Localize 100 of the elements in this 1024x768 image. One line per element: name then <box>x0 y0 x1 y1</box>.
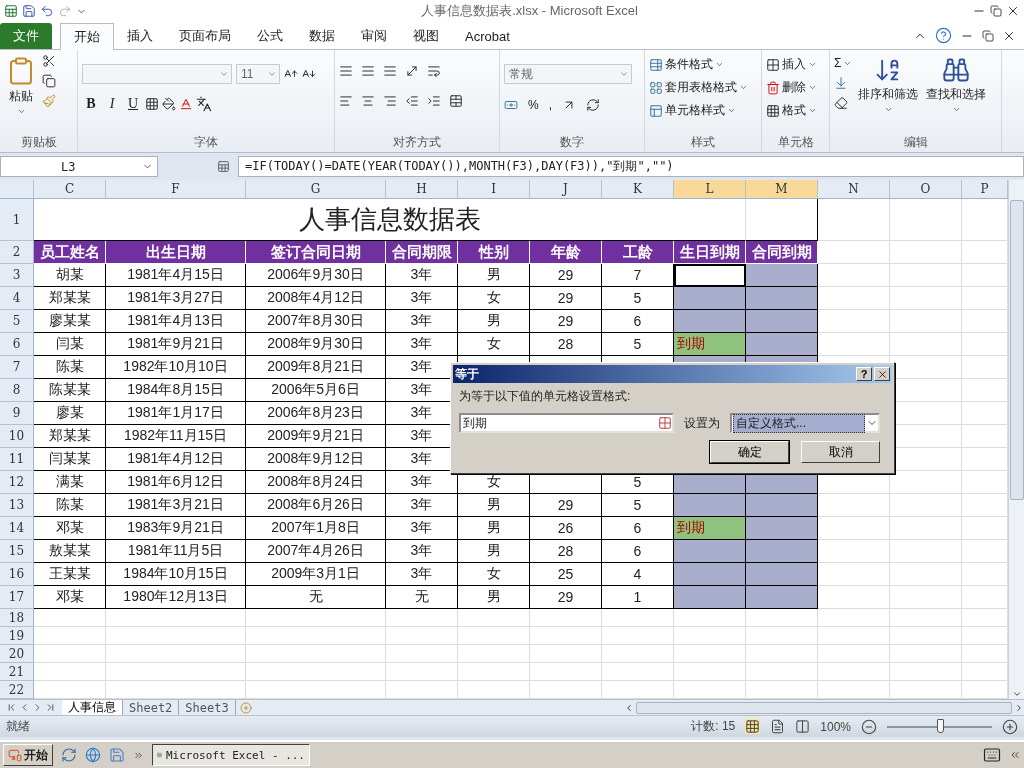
column-header[interactable]: N <box>818 180 890 199</box>
row-header[interactable]: 8 <box>0 379 34 402</box>
status-text: 就绪 <box>6 718 30 735</box>
table-cell: 1981年11月5日 <box>106 540 246 563</box>
number-format-field[interactable]: 常规 <box>504 64 632 84</box>
ribbon-tab[interactable]: 页面布局 <box>166 23 244 49</box>
header-cell: 性别 <box>458 241 530 264</box>
style-menu-button[interactable]: 单元格样式 <box>649 102 748 119</box>
table-cell: 2007年4月26日 <box>246 540 386 563</box>
value-field[interactable]: 到期 <box>459 413 674 433</box>
row-header[interactable]: 17 <box>0 586 34 609</box>
row-header[interactable]: 12 <box>0 471 34 494</box>
row-header[interactable]: 7 <box>0 356 34 379</box>
row-header[interactable]: 22 <box>0 681 34 699</box>
row-header[interactable]: 9 <box>0 402 34 425</box>
table-cell: 3年 <box>386 333 458 356</box>
font-size-field[interactable]: 11 <box>236 64 280 84</box>
table-cell: 1982年11月15日 <box>106 425 246 448</box>
ribbon-tab[interactable]: Acrobat <box>452 23 523 49</box>
ribbon-tab[interactable]: 数据 <box>296 23 348 49</box>
column-header[interactable]: H <box>386 180 458 199</box>
column-header[interactable]: O <box>890 180 962 199</box>
zoom-text[interactable]: 100% <box>820 719 851 734</box>
taskbar-window-button[interactable]: Microsoft Excel - ... <box>152 744 310 766</box>
row-header[interactable]: 4 <box>0 287 34 310</box>
underline-button[interactable]: U <box>124 96 142 112</box>
italic-button[interactable]: I <box>103 96 121 112</box>
table-cell: 29 <box>530 264 602 287</box>
file-tab[interactable]: 文件 <box>0 23 52 49</box>
table-cell: 闫某 <box>34 333 106 356</box>
row-header[interactable]: 15 <box>0 540 34 563</box>
table-cell: 2008年9月30日 <box>246 333 386 356</box>
table-cell: 2006年8月23日 <box>246 402 386 425</box>
row-header[interactable]: 10 <box>0 425 34 448</box>
table-cell: 满某 <box>34 471 106 494</box>
row-header[interactable]: 21 <box>0 663 34 681</box>
column-header[interactable]: G <box>246 180 386 199</box>
cells-menu-button[interactable]: 删除 <box>766 79 817 96</box>
row-header[interactable]: 6 <box>0 333 34 356</box>
row-header[interactable]: 14 <box>0 517 34 540</box>
column-header[interactable]: I <box>458 180 530 199</box>
column-header[interactable]: C <box>34 180 106 199</box>
group-label: 对齐方式 <box>392 134 442 151</box>
group-label: 剪贴板 <box>19 134 58 151</box>
row-header[interactable]: 2 <box>0 241 34 264</box>
table-cell: 2008年9月12日 <box>246 448 386 471</box>
cells-menu-button[interactable]: 格式 <box>766 102 817 119</box>
find-select-button[interactable]: 查找和选择 <box>924 54 989 130</box>
ok-button[interactable]: 确定 <box>710 441 789 463</box>
start-button[interactable]: 开始 <box>3 744 53 766</box>
column-header[interactable]: P <box>962 180 1008 199</box>
row-header[interactable]: 3 <box>0 264 34 287</box>
table-cell: 25 <box>530 563 602 586</box>
autosum-button[interactable]: Σ <box>834 56 853 70</box>
table-cell: 2008年8月24日 <box>246 471 386 494</box>
ribbon-tab[interactable]: 开始 <box>60 23 114 50</box>
row-header[interactable]: 18 <box>0 609 34 627</box>
format-dropdown[interactable]: 自定义格式... <box>730 413 880 433</box>
column-header[interactable]: M <box>746 180 818 199</box>
paste-button[interactable]: 粘贴 <box>4 54 38 130</box>
ribbon-tab[interactable]: 审阅 <box>348 23 400 49</box>
table-cell: 男 <box>458 264 530 287</box>
header-cell: 签订合同日期 <box>246 241 386 264</box>
ribbon-tab[interactable]: 插入 <box>114 23 166 49</box>
sort-filter-button[interactable]: 排序和筛选 <box>856 54 921 130</box>
row-header[interactable]: 19 <box>0 627 34 645</box>
table-cell: 男 <box>458 494 530 517</box>
table-cell: 1983年9月21日 <box>106 517 246 540</box>
style-menu-button[interactable]: 套用表格格式 <box>649 79 748 96</box>
comma-button[interactable]: , <box>548 98 552 112</box>
bold-button[interactable]: B <box>82 96 100 112</box>
column-header[interactable]: L <box>674 180 746 199</box>
table-cell: 2008年4月12日 <box>246 287 386 310</box>
table-cell: 2006年9月30日 <box>246 264 386 287</box>
table-cell: 邓某 <box>34 517 106 540</box>
row-header[interactable]: 5 <box>0 310 34 333</box>
header-cell: 员工姓名 <box>34 241 106 264</box>
row-header[interactable]: 11 <box>0 448 34 471</box>
help-button[interactable]: ? <box>856 367 872 381</box>
ribbon-tab[interactable]: 公式 <box>244 23 296 49</box>
style-menu-button[interactable]: 条件格式 <box>649 56 748 73</box>
cells-menu-button[interactable]: 插入 <box>766 56 817 73</box>
row-header[interactable]: 16 <box>0 563 34 586</box>
ribbon-tab[interactable]: 视图 <box>400 23 452 49</box>
column-header[interactable]: K <box>602 180 674 199</box>
row-header[interactable]: 1 <box>0 199 34 241</box>
column-header[interactable]: J <box>530 180 602 199</box>
table-cell: 1981年3月27日 <box>106 287 246 310</box>
row-header[interactable]: 20 <box>0 645 34 663</box>
formula-field[interactable]: =IF(TODAY()=DATE(YEAR(TODAY()),MONTH(F3),DAY(F3)),"到期","") <box>238 156 1024 177</box>
row-header[interactable]: 13 <box>0 494 34 517</box>
table-cell: 2007年8月30日 <box>246 310 386 333</box>
column-header[interactable]: F <box>106 180 246 199</box>
header-cell: 合同到期 <box>746 241 818 264</box>
cancel-button[interactable]: 取消 <box>801 441 880 463</box>
percent-button[interactable]: % <box>528 98 539 112</box>
sheet-tab[interactable]: 人事信息 <box>62 699 123 716</box>
header-cell: 出生日期 <box>106 241 246 264</box>
name-box[interactable]: L3 <box>0 156 158 177</box>
count-text: 计数: 15 <box>691 718 736 735</box>
